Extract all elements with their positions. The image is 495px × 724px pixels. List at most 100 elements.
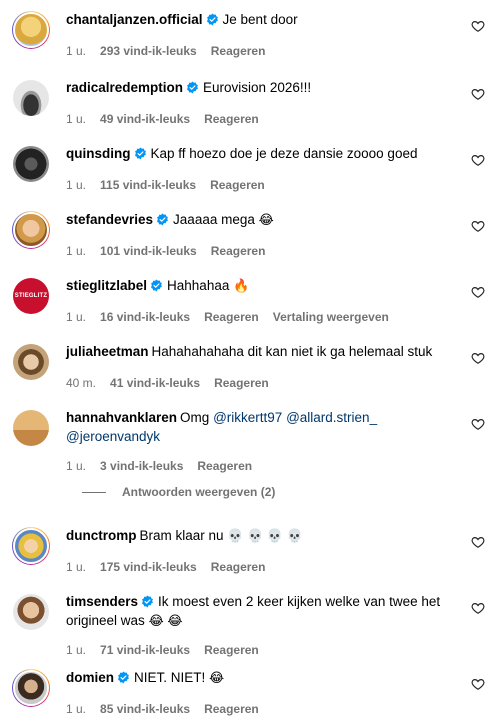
view-replies-button[interactable]: Antwoorden weergeven (2) xyxy=(82,485,275,499)
avatar[interactable] xyxy=(12,145,50,183)
reply-button[interactable]: Reageren xyxy=(211,244,266,258)
username[interactable]: chantaljanzen.official xyxy=(66,12,203,27)
mention-link[interactable]: @allard.strien_ xyxy=(286,410,377,425)
comment-text: dunctromp Bram klaar nu 💀 💀 💀 💀 xyxy=(66,526,455,545)
avatar[interactable] xyxy=(12,409,50,447)
verified-badge-icon xyxy=(206,12,219,26)
avatar[interactable] xyxy=(12,79,50,117)
avatar[interactable] xyxy=(12,211,50,249)
username[interactable]: juliaheetman xyxy=(66,344,149,359)
reply-button[interactable]: Reageren xyxy=(204,310,259,324)
reply-button[interactable]: Reageren xyxy=(210,178,265,192)
avatar-image: STIEGLITZ xyxy=(13,278,49,314)
likes-count[interactable]: 293 vind-ik-leuks xyxy=(100,44,197,58)
comment-meta: 1 u. 101 vind-ik-leuks Reageren xyxy=(66,243,279,259)
reply-button[interactable]: Reageren xyxy=(204,702,259,716)
likes-count[interactable]: 49 vind-ik-leuks xyxy=(100,112,190,126)
likes-count[interactable]: 85 vind-ik-leuks xyxy=(100,702,190,716)
comment-body: Eurovision 2026!!! xyxy=(203,80,312,95)
avatar-image xyxy=(13,528,49,564)
avatar[interactable] xyxy=(12,343,50,381)
username[interactable]: hannahvanklaren xyxy=(66,410,177,425)
emoji: 💀 💀 💀 💀 xyxy=(227,528,303,543)
verified-badge-icon xyxy=(156,212,169,226)
heart-icon[interactable] xyxy=(471,153,485,167)
heart-icon[interactable] xyxy=(471,19,485,33)
likes-count[interactable]: 71 vind-ik-leuks xyxy=(100,643,190,657)
comment-meta: 1 u. 71 vind-ik-leuks Reageren xyxy=(66,642,273,658)
avatar[interactable] xyxy=(12,11,50,49)
timestamp: 1 u. xyxy=(66,643,87,657)
username[interactable]: quinsding xyxy=(66,146,131,161)
mention-link[interactable]: @rikkertt97 xyxy=(213,410,282,425)
verified-badge-icon xyxy=(117,670,130,684)
avatar-image xyxy=(13,146,49,182)
likes-count[interactable]: 115 vind-ik-leuks xyxy=(100,178,196,192)
comment-body: Bram klaar nu xyxy=(139,528,224,543)
mention-link[interactable]: @jeroenvandyk xyxy=(66,429,160,444)
comment-meta: 1 u. 49 vind-ik-leuks Reageren xyxy=(66,111,273,127)
comment-text: stieglitzlabel Hahhahaa 🔥 xyxy=(66,276,455,295)
comment-text: timsenders Ik moest even 2 keer kijken we… xyxy=(66,592,455,630)
comment-meta: 1 u. 3 vind-ik-leuks Reageren xyxy=(66,458,266,474)
username[interactable]: stieglitzlabel xyxy=(66,278,147,293)
reply-button[interactable]: Reageren xyxy=(204,112,259,126)
translate-button[interactable]: Vertaling weergeven xyxy=(273,310,389,324)
reply-button[interactable]: Reageren xyxy=(211,44,266,58)
timestamp: 1 u. xyxy=(66,44,87,58)
comment-text: radicalredemption Eurovision 2026!!! xyxy=(66,78,455,97)
heart-icon[interactable] xyxy=(471,417,485,431)
reply-button[interactable]: Reageren xyxy=(204,643,259,657)
username[interactable]: dunctromp xyxy=(66,528,137,543)
comment-meta: 1 u. 85 vind-ik-leuks Reageren xyxy=(66,701,273,717)
username[interactable]: stefandevries xyxy=(66,212,153,227)
username[interactable]: radicalredemption xyxy=(66,80,183,95)
heart-icon[interactable] xyxy=(471,219,485,233)
avatar[interactable]: STIEGLITZ xyxy=(12,277,50,315)
username[interactable]: domien xyxy=(66,670,114,685)
avatar[interactable] xyxy=(12,593,50,631)
comment-text: domien NIET. NIET! 😂 xyxy=(66,668,455,687)
reply-button[interactable]: Reageren xyxy=(211,560,266,574)
view-replies-label: Antwoorden weergeven (2) xyxy=(122,485,276,499)
comment-meta: 1 u. 16 vind-ik-leuks Reageren Vertaling we… xyxy=(66,309,403,325)
verified-badge-icon xyxy=(186,80,199,94)
reply-button[interactable]: Reageren xyxy=(214,376,269,390)
heart-icon[interactable] xyxy=(471,351,485,365)
heart-icon[interactable] xyxy=(471,87,485,101)
heart-icon[interactable] xyxy=(471,535,485,549)
likes-count[interactable]: 3 vind-ik-leuks xyxy=(100,459,183,473)
likes-count[interactable]: 101 vind-ik-leuks xyxy=(100,244,197,258)
avatar-image xyxy=(13,12,49,48)
timestamp: 1 u. xyxy=(66,178,87,192)
comment-meta: 40 m. 41 vind-ik-leuks Reageren xyxy=(66,375,283,391)
timestamp: 1 u. xyxy=(66,702,87,716)
reply-button[interactable]: Reageren xyxy=(197,459,252,473)
comment-body: Hahahahahaha dit kan niet ik ga helemaal… xyxy=(151,344,433,359)
avatar[interactable] xyxy=(12,669,50,707)
comment-text: juliaheetman Hahahahahaha dit kan niet ik… xyxy=(66,342,455,361)
verified-badge-icon xyxy=(141,594,154,608)
heart-icon[interactable] xyxy=(471,601,485,615)
avatar-image xyxy=(13,670,49,706)
timestamp: 1 u. xyxy=(66,112,87,126)
likes-count[interactable]: 175 vind-ik-leuks xyxy=(100,560,197,574)
replies-divider xyxy=(82,491,106,493)
comment-text: quinsding Kap ff hoezo doe je deze dansie… xyxy=(66,144,455,163)
likes-count[interactable]: 41 vind-ik-leuks xyxy=(110,376,200,390)
comment-meta: 1 u. 115 vind-ik-leuks Reageren xyxy=(66,177,279,193)
comment-text: stefandevries Jaaaaa mega 😂 xyxy=(66,210,455,229)
avatar-image xyxy=(13,410,49,446)
avatar-image xyxy=(13,594,49,630)
heart-icon[interactable] xyxy=(471,677,485,691)
timestamp: 1 u. xyxy=(66,459,87,473)
heart-icon[interactable] xyxy=(471,285,485,299)
verified-badge-icon xyxy=(150,278,163,292)
avatar-image xyxy=(13,80,49,116)
emoji: 😂 xyxy=(258,212,274,227)
likes-count[interactable]: 16 vind-ik-leuks xyxy=(100,310,190,324)
avatar[interactable] xyxy=(12,527,50,565)
comment-text: chantaljanzen.official Je bent door xyxy=(66,10,455,29)
emoji: 😂 xyxy=(209,670,225,685)
username[interactable]: timsenders xyxy=(66,594,138,609)
